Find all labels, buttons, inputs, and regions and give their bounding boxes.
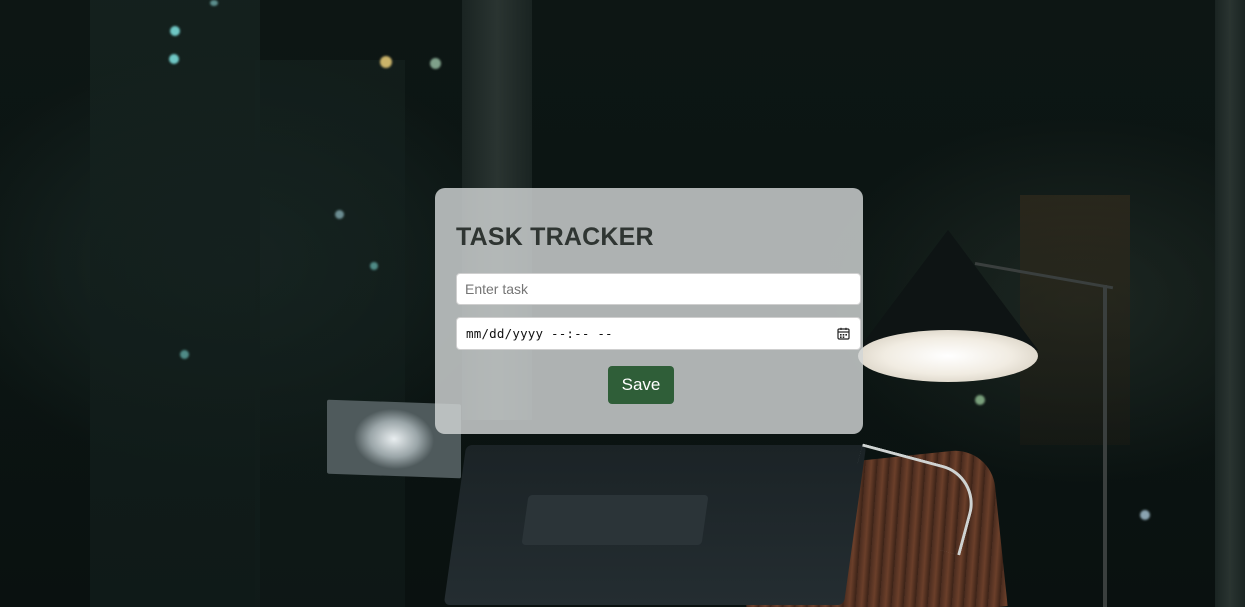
background-light — [430, 58, 441, 69]
background-lamp-pole — [1103, 285, 1107, 607]
background-building — [255, 60, 405, 607]
task-input[interactable] — [456, 273, 861, 305]
background-light — [335, 210, 344, 219]
calendar-icon[interactable] — [837, 327, 850, 340]
background-light — [380, 56, 392, 68]
page-title: TASK TRACKER — [456, 223, 654, 251]
save-button-wrapper: Save — [456, 366, 843, 404]
background-trackpad — [521, 495, 709, 545]
save-button[interactable]: Save — [608, 366, 674, 404]
background-light — [180, 350, 189, 359]
background-light — [370, 262, 378, 270]
background-building — [90, 0, 260, 607]
datetime-value: mm/dd/yyyy --:-- -- — [466, 326, 613, 341]
background-light — [170, 26, 180, 36]
background-light — [975, 395, 985, 405]
background-pillar — [1215, 0, 1245, 607]
background-light — [210, 0, 218, 6]
background-light — [1140, 510, 1150, 520]
datetime-input[interactable]: mm/dd/yyyy --:-- -- — [456, 317, 861, 350]
background-light — [169, 54, 179, 64]
background-lamp-glow — [858, 330, 1038, 382]
task-tracker-card: TASK TRACKER mm/dd/yyyy --:-- -- Save — [435, 188, 863, 434]
